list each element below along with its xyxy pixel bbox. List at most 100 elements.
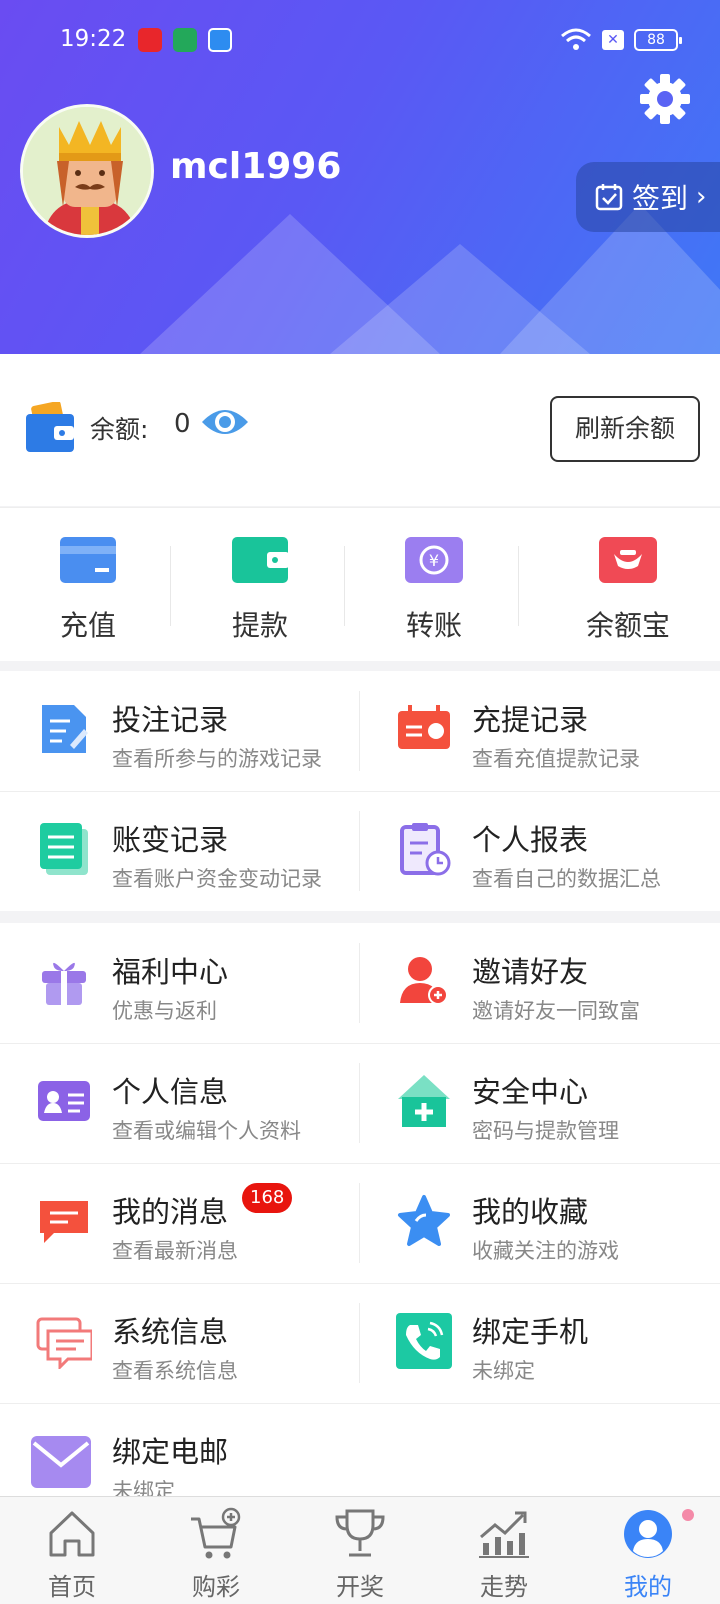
nav-home[interactable]: 首页 [0, 1497, 144, 1604]
balance-value: 0 [174, 409, 191, 439]
signin-button[interactable]: 签到 › [576, 162, 720, 232]
app-notification-icon [138, 28, 162, 52]
item-title: 账变记录 [112, 823, 229, 857]
status-time: 19:22 [60, 26, 127, 52]
card-icon [60, 537, 116, 583]
new-dot [682, 1509, 694, 1521]
home-icon [49, 1511, 95, 1557]
item-title: 个人信息 [112, 1075, 229, 1109]
bind-phone-item[interactable]: 绑定手机 未绑定 [360, 1283, 720, 1403]
item-subtitle: 优惠与返利 [112, 999, 217, 1023]
bet-records-item[interactable]: 投注记录 查看所参与的游戏记录 [0, 671, 360, 791]
shield-app-icon [173, 28, 197, 52]
item-title: 系统信息 [112, 1315, 229, 1349]
yuebao-label: 余额宝 [585, 609, 670, 642]
transfer-button[interactable]: ¥ 转账 [346, 508, 522, 662]
balance-label: 余额: [90, 415, 149, 444]
wifi-icon [561, 28, 591, 50]
document-icon [40, 823, 88, 875]
my-favorites-item[interactable]: 我的收藏 收藏关注的游戏 [360, 1163, 720, 1283]
item-subtitle: 查看自己的数据汇总 [472, 867, 661, 891]
item-title: 邀请好友 [472, 955, 589, 989]
item-subtitle: 密码与提款管理 [472, 1119, 619, 1143]
divider [344, 546, 345, 626]
nav-trends[interactable]: 走势 [432, 1497, 576, 1604]
trophy-icon [335, 1509, 385, 1557]
welfare-center-item[interactable]: 福利中心 优惠与返利 [0, 923, 360, 1043]
wallet-icon [26, 402, 74, 452]
system-info-item[interactable]: 系统信息 查看系统信息 [0, 1283, 360, 1403]
menu-section: 福利中心 优惠与返利 邀请好友 邀请好友一同致富 个人信息 查看或编辑个人资料 [0, 923, 720, 1503]
nav-draw-results[interactable]: 开奖 [288, 1497, 432, 1604]
cart-icon [191, 1507, 241, 1559]
signin-label: 签到 [632, 182, 689, 215]
item-title: 福利中心 [112, 955, 229, 989]
eye-icon[interactable] [200, 404, 250, 440]
item-subtitle: 邀请好友一同致富 [472, 999, 640, 1023]
divider [518, 546, 519, 626]
king-avatar-icon [23, 107, 151, 235]
add-user-icon [400, 957, 448, 1005]
settings-gear-icon[interactable] [638, 72, 692, 126]
records-section: 投注记录 查看所参与的游戏记录 充提记录 查看充值提款记录 账变记录 查看账户资… [0, 671, 720, 911]
item-subtitle: 查看所参与的游戏记录 [112, 747, 322, 771]
divider [170, 546, 171, 626]
battery-icon: 88 [634, 29, 682, 51]
checklist-icon [42, 705, 88, 753]
invite-friends-item[interactable]: 邀请好友 邀请好友一同致富 [360, 923, 720, 1043]
quick-actions: 充值 提款 ¥ 转账 余额宝 [0, 507, 720, 661]
transfer-icon: ¥ [405, 537, 463, 583]
transfer-label: 转账 [405, 609, 462, 642]
unread-badge: 168 [242, 1183, 293, 1213]
item-title: 充提记录 [472, 703, 589, 737]
gift-icon [42, 962, 86, 1005]
shield-house-icon [398, 1075, 450, 1127]
nav-label: 购彩 [192, 1573, 240, 1601]
yuebao-button[interactable]: 余额宝 [540, 508, 716, 662]
clipboard-clock-icon [400, 823, 451, 876]
personal-report-item[interactable]: 个人报表 查看自己的数据汇总 [360, 791, 720, 911]
item-subtitle: 收藏关注的游戏 [472, 1239, 619, 1263]
withdraw-button[interactable]: 提款 [172, 508, 348, 662]
deposit-withdraw-records-item[interactable]: 充提记录 查看充值提款记录 [360, 671, 720, 791]
nav-buy-lottery[interactable]: 购彩 [144, 1497, 288, 1604]
item-title: 绑定电邮 [112, 1435, 229, 1469]
nav-label: 我的 [624, 1573, 672, 1601]
item-subtitle: 查看或编辑个人资料 [112, 1119, 301, 1143]
mail-icon [31, 1436, 91, 1488]
status-bar: 19:22 ✕ 88 [0, 22, 720, 62]
trend-icon [479, 1511, 529, 1558]
nav-mine[interactable]: 我的 [576, 1497, 720, 1604]
avatar[interactable] [20, 104, 154, 238]
profile-header: 19:22 ✕ 88 mcl1996 签到 › [0, 0, 720, 354]
item-title: 我的收藏 [472, 1195, 589, 1229]
sim-off-icon: ✕ [602, 30, 624, 50]
star-icon [398, 1195, 450, 1246]
item-title: 我的消息 [112, 1195, 229, 1229]
item-title: 个人报表 [472, 823, 589, 857]
item-title: 安全中心 [472, 1075, 589, 1109]
calendar-check-icon [595, 184, 623, 211]
balance-panel: 余额: 0 刷新余额 [0, 354, 720, 506]
phone-icon [396, 1313, 452, 1369]
security-center-item[interactable]: 安全中心 密码与提款管理 [360, 1043, 720, 1163]
username: mcl1996 [170, 146, 342, 187]
nav-label: 开奖 [336, 1573, 384, 1601]
browser-app-icon [208, 28, 232, 52]
wallet-icon [232, 537, 289, 583]
nav-label: 走势 [480, 1573, 528, 1601]
deposit-button[interactable]: 充值 [0, 508, 176, 662]
account-change-records-item[interactable]: 账变记录 查看账户资金变动记录 [0, 791, 360, 911]
refresh-balance-button[interactable]: 刷新余额 [550, 396, 700, 462]
deposit-label: 充值 [59, 609, 116, 642]
nav-label: 首页 [48, 1573, 96, 1601]
item-title: 投注记录 [112, 703, 229, 737]
my-messages-item[interactable]: 我的消息 168 查看最新消息 [0, 1163, 360, 1283]
personal-info-item[interactable]: 个人信息 查看或编辑个人资料 [0, 1043, 360, 1163]
svg-text:¥: ¥ [429, 551, 439, 570]
ticket-icon [398, 705, 450, 749]
withdraw-label: 提款 [231, 609, 288, 642]
item-subtitle: 查看账户资金变动记录 [112, 867, 322, 891]
item-title: 绑定手机 [472, 1315, 589, 1349]
item-subtitle: 未绑定 [472, 1359, 535, 1383]
